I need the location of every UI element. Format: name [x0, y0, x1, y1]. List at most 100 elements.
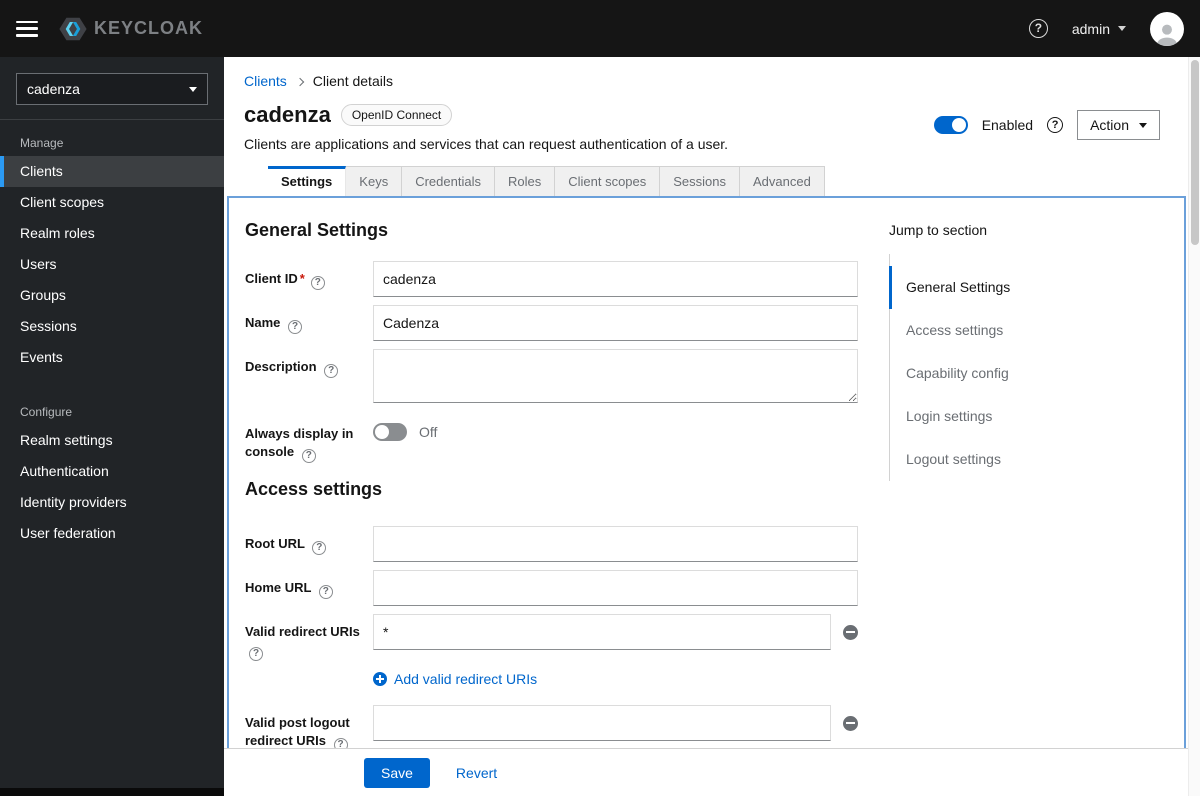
- revert-link[interactable]: Revert: [456, 765, 497, 781]
- always-display-label: Always display in console: [245, 416, 373, 463]
- action-dropdown[interactable]: Action: [1077, 110, 1160, 140]
- user-icon: [1156, 24, 1178, 46]
- settings-panel: General Settings Client ID* Name: [227, 196, 1186, 778]
- sidebar-item-sessions[interactable]: Sessions: [0, 311, 224, 342]
- valid-redirect-uris-help-icon[interactable]: [249, 647, 263, 661]
- sidebar-item-users[interactable]: Users: [0, 249, 224, 280]
- sidebar-item-groups[interactable]: Groups: [0, 280, 224, 311]
- tab-client-scopes[interactable]: Client scopes: [555, 166, 661, 196]
- required-indicator: *: [299, 271, 305, 286]
- remove-post-logout-uri-icon[interactable]: [843, 715, 858, 731]
- nav-toggle-icon[interactable]: [16, 20, 38, 37]
- sidebar-item-client-scopes[interactable]: Client scopes: [0, 187, 224, 218]
- sidebar-item-clients[interactable]: Clients: [0, 156, 224, 187]
- valid-post-logout-redirect-uris-input[interactable]: [373, 705, 831, 741]
- valid-redirect-uris-label: Valid redirect URIs: [245, 614, 373, 661]
- tab-credentials[interactable]: Credentials: [402, 166, 495, 196]
- jump-item-general-settings[interactable]: General Settings: [889, 266, 1169, 309]
- tab-keys[interactable]: Keys: [346, 166, 403, 196]
- tab-advanced[interactable]: Advanced: [740, 166, 825, 196]
- nav-section-manage: Manage: [20, 136, 64, 150]
- realm-selector-value: cadenza: [27, 81, 80, 97]
- add-valid-redirect-uris-link[interactable]: Add valid redirect URIs: [373, 671, 858, 687]
- main-content: Clients Client details cadenza OpenID Co…: [224, 57, 1188, 796]
- save-button[interactable]: Save: [364, 757, 430, 788]
- client-id-input[interactable]: [373, 261, 858, 297]
- enabled-toggle[interactable]: [933, 116, 968, 134]
- name-row: Name: [245, 305, 858, 341]
- realm-selector[interactable]: cadenza: [16, 73, 208, 105]
- breadcrumb-separator-icon: [295, 77, 305, 86]
- enabled-label: Enabled: [981, 117, 1034, 133]
- valid-redirect-uris-input[interactable]: [373, 614, 831, 650]
- action-dropdown-label: Action: [1090, 117, 1129, 133]
- tab-sessions[interactable]: Sessions: [660, 166, 741, 196]
- home-url-input[interactable]: [373, 570, 858, 606]
- user-menu[interactable]: admin: [1072, 21, 1126, 37]
- jump-item-access-settings[interactable]: Access settings: [890, 309, 1169, 352]
- description-help-icon[interactable]: [324, 364, 339, 378]
- chevron-down-icon: [189, 86, 197, 92]
- scrollbar-thumb[interactable]: [1191, 60, 1199, 245]
- description-row: Description: [245, 349, 858, 408]
- client-id-row: Client ID *: [245, 261, 858, 297]
- sidebar: cadenza Manage Clients Client scopes Rea…: [0, 57, 224, 796]
- sidebar-item-identity-providers[interactable]: Identity providers: [0, 487, 224, 518]
- root-url-help-icon[interactable]: [312, 541, 327, 555]
- valid-post-logout-redirect-uris-label: Valid post logout redirect URIs: [245, 705, 373, 752]
- chevron-down-icon: [1139, 122, 1147, 128]
- always-display-help-icon[interactable]: [301, 449, 316, 463]
- brand-title: KEYCLOAK: [94, 18, 204, 38]
- avatar[interactable]: [1150, 11, 1184, 46]
- jump-to-section-panel: Jump to section General Settings Access …: [889, 222, 1169, 481]
- home-url-help-icon[interactable]: [318, 585, 333, 599]
- form-footer: Save Revert: [224, 748, 1188, 796]
- sidebar-item-realm-settings[interactable]: Realm settings: [0, 425, 224, 456]
- keycloak-logo-icon: [59, 17, 87, 40]
- sidebar-item-user-federation[interactable]: User federation: [0, 518, 224, 549]
- home-url-label: Home URL: [245, 570, 373, 599]
- enabled-help-icon[interactable]: [1047, 117, 1064, 133]
- description-label: Description: [245, 349, 373, 378]
- keycloak-logo: KEYCLOAK: [58, 14, 203, 44]
- root-url-row: Root URL: [245, 526, 858, 562]
- valid-post-logout-redirect-uris-row: Valid post logout redirect URIs: [245, 705, 858, 752]
- page-description: Clients are applications and services th…: [244, 136, 729, 152]
- root-url-label: Root URL: [245, 526, 373, 555]
- masthead: KEYCLOAK admin: [0, 0, 1200, 57]
- breadcrumb-current: Client details: [312, 73, 393, 89]
- sidebar-item-events[interactable]: Events: [0, 342, 224, 373]
- always-display-toggle[interactable]: [373, 423, 407, 441]
- always-display-row: Always display in console Off: [245, 416, 858, 463]
- access-settings-heading: Access settings: [245, 479, 383, 499]
- chevron-down-icon: [1118, 26, 1126, 31]
- nav-section-configure: Configure: [20, 405, 73, 419]
- breadcrumb: Clients Client details: [224, 57, 1188, 89]
- valid-redirect-uris-row: Valid redirect URIs: [245, 614, 858, 661]
- always-display-state: Off: [419, 424, 438, 440]
- remove-redirect-uri-icon[interactable]: [843, 624, 858, 640]
- username-label: admin: [1071, 20, 1110, 37]
- name-input[interactable]: [373, 305, 858, 341]
- client-tabs: Settings Keys Credentials Roles Client s…: [268, 166, 825, 196]
- page-title: cadenza: [244, 102, 331, 127]
- sidebar-item-realm-roles[interactable]: Realm roles: [0, 218, 224, 249]
- jump-item-capability-config[interactable]: Capability config: [890, 352, 1169, 395]
- general-settings-heading: General Settings: [245, 220, 389, 240]
- plus-circle-icon: [373, 672, 387, 686]
- protocol-badge: OpenID Connect: [340, 104, 453, 126]
- root-url-input[interactable]: [373, 526, 858, 562]
- home-url-row: Home URL: [245, 570, 858, 606]
- description-textarea[interactable]: [373, 349, 858, 403]
- page-scrollbar[interactable]: [1188, 57, 1200, 796]
- client-id-label: Client ID *: [245, 261, 373, 290]
- name-help-icon[interactable]: [288, 320, 303, 334]
- sidebar-item-authentication[interactable]: Authentication: [0, 456, 224, 487]
- help-icon[interactable]: [1028, 19, 1048, 38]
- breadcrumb-clients-link[interactable]: Clients: [244, 73, 287, 89]
- jump-item-login-settings[interactable]: Login settings: [890, 395, 1169, 438]
- tab-settings[interactable]: Settings: [268, 166, 347, 196]
- client-id-help-icon[interactable]: [310, 276, 325, 290]
- jump-item-logout-settings[interactable]: Logout settings: [890, 438, 1169, 481]
- tab-roles[interactable]: Roles: [494, 166, 556, 196]
